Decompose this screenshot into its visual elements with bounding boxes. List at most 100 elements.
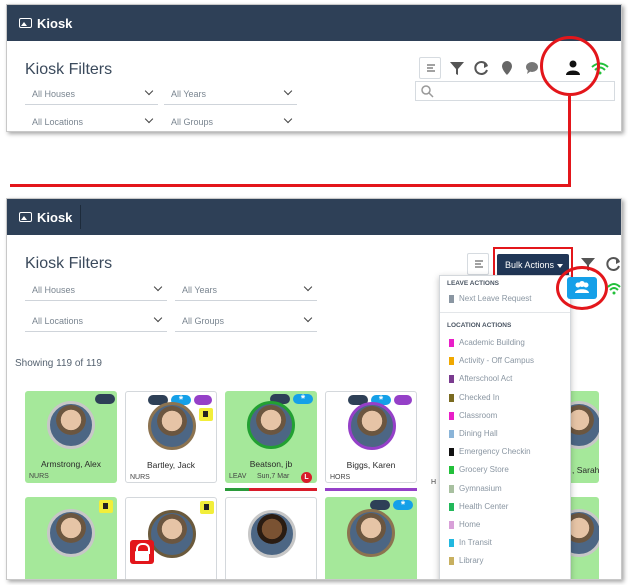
houses-select-value: All Houses	[32, 285, 76, 295]
menu-item-location[interactable]: Gymnasium	[449, 484, 502, 493]
chevron-down-icon	[144, 86, 154, 96]
app-header: Kiosk	[7, 199, 621, 235]
student-house: HORS	[330, 474, 351, 481]
status-strip	[249, 488, 317, 491]
wifi-indicator	[605, 277, 621, 304]
menu-item-label: Grocery Store	[459, 465, 509, 475]
student-house-partial: H	[431, 479, 437, 486]
location-actions-header: LOCATION ACTIONS	[447, 322, 512, 329]
years-select[interactable]: All Years	[164, 83, 297, 105]
years-select-value: All Years	[171, 89, 207, 99]
search-icon	[421, 85, 434, 98]
years-select-value: All Years	[182, 285, 218, 295]
student-card[interactable]	[25, 497, 117, 579]
student-card[interactable]: *	[325, 497, 417, 579]
menu-item-location[interactable]: Grocery Store	[449, 465, 509, 475]
location-button[interactable]	[496, 57, 518, 79]
years-select[interactable]: All Years	[175, 279, 317, 301]
leave-date: Sun,7 Mar	[257, 473, 290, 480]
location-pin-icon	[502, 61, 512, 75]
refresh-button[interactable]	[603, 253, 621, 275]
refresh-button[interactable]	[471, 57, 493, 79]
houses-select[interactable]: All Houses	[25, 83, 158, 105]
menu-item-location[interactable]: In Transit	[449, 538, 492, 548]
locations-select-value: All Locations	[32, 316, 84, 326]
menu-item-label: Home	[459, 520, 481, 529]
app-title: Kiosk	[37, 210, 73, 225]
note-badge-icon	[199, 408, 213, 421]
student-photo	[347, 509, 395, 557]
locations-select-value: All Locations	[32, 117, 84, 127]
menu-item-label: Emergency Checkin	[459, 447, 531, 457]
list-button[interactable]	[419, 57, 441, 79]
student-photo	[47, 401, 95, 449]
student-card[interactable]: * Bartley, Jack NURS	[125, 391, 217, 483]
menu-item-label: Checked In	[459, 392, 500, 402]
bulk-actions-menu: LEAVE ACTIONS Next Leave Request LOCATIO…	[439, 275, 571, 579]
menu-item-location[interactable]: Afterschool Act	[449, 374, 513, 384]
menu-item-label: Gymnasium	[459, 483, 502, 493]
page-title: Kiosk Filters	[25, 61, 113, 78]
houses-select-value: All Houses	[32, 89, 76, 99]
locations-select[interactable]: All Locations	[25, 111, 158, 131]
lock-icon	[130, 540, 154, 564]
menu-item-location[interactable]: Classroom	[449, 411, 497, 420]
menu-item-location[interactable]: Academic Building	[449, 338, 525, 347]
student-house: LEAV	[229, 473, 247, 480]
student-card[interactable]: Armstrong, Alex NURS	[25, 391, 117, 483]
kiosk-window-top: Kiosk Kiosk Filters All Houses All Years…	[6, 4, 622, 132]
page-title: Kiosk Filters	[25, 255, 113, 272]
student-card[interactable]: * Biggs, Karen HORS	[325, 391, 417, 483]
menu-item-location[interactable]: Health Center	[449, 502, 508, 511]
location-swatch-icon	[449, 521, 454, 529]
groups-select-value: All Groups	[171, 117, 214, 127]
location-swatch-icon	[449, 484, 454, 493]
student-photo	[148, 510, 196, 558]
location-swatch-icon	[449, 375, 454, 384]
status-strip	[225, 488, 249, 491]
chevron-down-icon	[303, 282, 313, 292]
highlight-circle-person	[540, 36, 600, 96]
student-photo	[148, 402, 196, 450]
location-swatch-icon	[449, 448, 454, 457]
leave-badge: L	[301, 472, 312, 483]
menu-item-location[interactable]: Checked In	[449, 393, 499, 402]
showing-count: Showing 119 of 119	[15, 358, 102, 369]
menu-item-label: Health Center	[459, 501, 509, 511]
menu-item-next-leave-request[interactable]: Next Leave Request	[449, 294, 532, 303]
menu-item-label: Library	[459, 556, 484, 566]
medical-badge-icon: *	[393, 500, 413, 511]
location-swatch-icon	[449, 393, 454, 402]
list-icon	[427, 64, 435, 72]
student-name: Beatson, jb	[249, 459, 293, 469]
locations-select[interactable]: All Locations	[25, 310, 167, 332]
student-card[interactable]	[125, 497, 217, 579]
location-swatch-icon	[449, 466, 454, 475]
menu-item-location[interactable]: Dining Hall	[449, 429, 498, 438]
chevron-down-icon	[303, 313, 313, 323]
menu-item-label: Dining Hall	[459, 429, 498, 438]
groups-select[interactable]: All Groups	[175, 310, 317, 332]
menu-item-label: Afterschool Act	[459, 374, 513, 384]
status-strip	[325, 488, 417, 491]
location-swatch-icon	[449, 539, 454, 548]
kiosk-window-bottom: Kiosk Kiosk Filters All Houses All Years…	[6, 198, 622, 580]
student-house: NURS	[130, 474, 150, 481]
filter-button[interactable]	[446, 57, 468, 79]
list-button[interactable]	[467, 253, 489, 275]
menu-item-label: Classroom	[459, 410, 498, 420]
menu-item-location[interactable]: Home	[449, 520, 480, 529]
student-card[interactable]	[225, 497, 317, 579]
kiosk-logo-icon	[19, 18, 32, 28]
chevron-down-icon	[283, 86, 293, 96]
houses-select[interactable]: All Houses	[25, 279, 167, 301]
briefcase-icon	[449, 295, 454, 303]
menu-item-location[interactable]: Activity - Off Campus	[449, 356, 534, 366]
location-swatch-icon	[449, 502, 454, 511]
groups-select[interactable]: All Groups	[164, 111, 297, 131]
student-card[interactable]: * Beatson, jb LEAV Sun,7 Mar L	[225, 391, 317, 483]
menu-item-location[interactable]: Emergency Checkin	[449, 447, 531, 457]
location-swatch-icon	[449, 339, 454, 347]
menu-item-location[interactable]: Library	[449, 556, 484, 566]
groups-select-value: All Groups	[182, 316, 225, 326]
